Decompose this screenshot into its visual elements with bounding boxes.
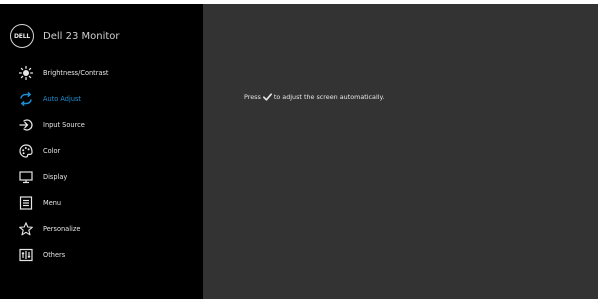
auto-adjust-icon (19, 92, 33, 106)
monitor-title: Dell 23 Monitor (43, 30, 120, 42)
menu-item-personalize[interactable]: Personalize (0, 217, 203, 241)
menu-item-color[interactable]: Color (0, 139, 203, 163)
star-icon (19, 222, 33, 236)
menu-item-label: Brightness/Contrast (43, 69, 109, 77)
osd-header: DELL Dell 23 Monitor (10, 24, 120, 48)
menu-item-label: Input Source (43, 121, 85, 129)
sidebar: DELL Dell 23 Monitor Brightness/Contrast… (0, 4, 203, 299)
menu-icon (19, 196, 33, 210)
menu-item-label: Others (43, 251, 66, 259)
menu-item-label: Auto Adjust (43, 95, 82, 103)
menu-item-auto-adjust[interactable]: Auto Adjust (0, 87, 203, 111)
message-prefix: Press (244, 93, 261, 101)
menu-item-input-source[interactable]: Input Source (0, 113, 203, 137)
menu-item-brightness-contrast[interactable]: Brightness/Contrast (0, 61, 203, 85)
color-palette-icon (19, 144, 33, 158)
menu-item-menu[interactable]: Menu (0, 191, 203, 215)
menu-item-display[interactable]: Display (0, 165, 203, 189)
input-source-icon (19, 118, 33, 132)
monitor-osd: DELL Dell 23 Monitor Brightness/Contrast… (0, 4, 598, 299)
others-icon (19, 248, 33, 262)
checkmark-icon (262, 93, 272, 101)
message-suffix: to adjust the screen automatically. (273, 93, 385, 101)
menu-item-label: Color (43, 147, 61, 155)
menu-item-label: Menu (43, 199, 62, 207)
content-panel: Press to adjust the screen automatically… (203, 4, 598, 299)
brightness-icon (19, 66, 33, 80)
auto-adjust-message: Press to adjust the screen automatically… (244, 93, 384, 101)
menu-item-label: Personalize (43, 225, 81, 233)
display-icon (19, 170, 33, 184)
menu-item-others[interactable]: Others (0, 243, 203, 267)
menu-item-label: Display (43, 173, 68, 181)
dell-logo: DELL (10, 24, 34, 48)
